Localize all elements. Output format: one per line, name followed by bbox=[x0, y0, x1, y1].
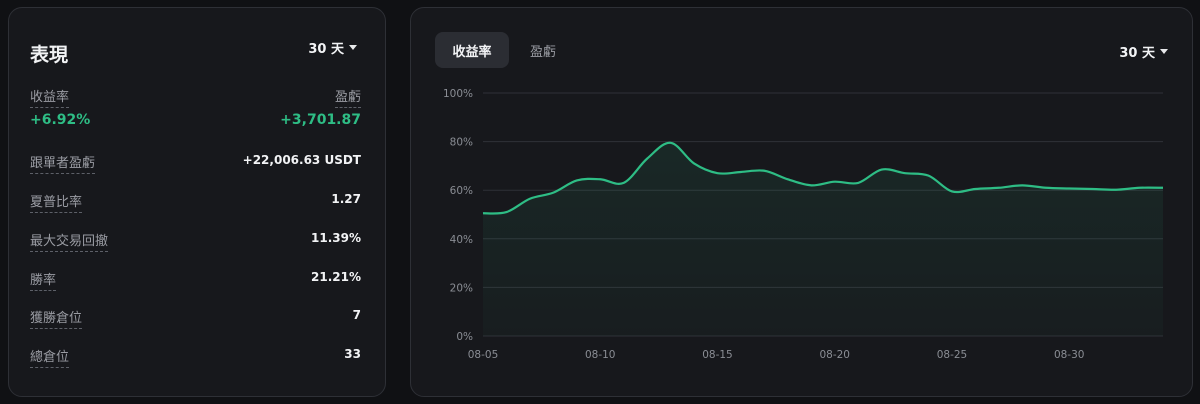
stat-label-winning-positions: 獲勝倉位 bbox=[30, 307, 83, 329]
pnl-value: +3,701.87 bbox=[280, 112, 361, 128]
data-point[interactable] bbox=[1137, 185, 1143, 191]
y-tick-label: 40% bbox=[450, 234, 473, 246]
data-point[interactable] bbox=[926, 173, 932, 179]
yield-chart: 100% 80% 60% 40% 20% 0% 08-05 08-10 08-15 08-20 0… bbox=[443, 88, 1166, 361]
data-point[interactable] bbox=[597, 176, 603, 182]
data-point[interactable] bbox=[1160, 185, 1166, 191]
x-tick-label: 08-15 bbox=[702, 349, 733, 361]
x-tick-label: 08-30 bbox=[1054, 349, 1085, 361]
data-point[interactable] bbox=[668, 140, 674, 146]
range-label: 30 天 bbox=[308, 42, 344, 57]
chart-card: 收益率 盈虧 30 天 100% 80% 60% 40% 20% 0% 08-05 08-1… bbox=[410, 7, 1193, 397]
data-point[interactable] bbox=[738, 169, 744, 175]
data-point[interactable] bbox=[996, 185, 1002, 191]
caret-down-icon bbox=[349, 45, 357, 50]
data-point[interactable] bbox=[621, 180, 627, 186]
data-point[interactable] bbox=[879, 167, 885, 173]
data-point[interactable] bbox=[949, 188, 955, 194]
data-point[interactable] bbox=[855, 180, 861, 186]
data-point[interactable] bbox=[644, 156, 650, 162]
performance-card: 表現 30 天 收益率 盈虧 +6.92% +3,701.87 跟單者盈虧 +2… bbox=[8, 7, 386, 397]
data-point[interactable] bbox=[808, 182, 814, 188]
stat-value-max-drawdown: 11.39% bbox=[311, 231, 361, 245]
y-tick-label: 100% bbox=[443, 88, 473, 100]
stat-value-total-positions: 33 bbox=[344, 347, 361, 361]
data-point[interactable] bbox=[503, 209, 509, 215]
x-tick-label: 08-05 bbox=[468, 349, 499, 361]
data-point[interactable] bbox=[480, 210, 486, 216]
stat-label-follower-pnl: 跟單者盈虧 bbox=[30, 152, 96, 174]
y-tick-label: 60% bbox=[450, 185, 473, 197]
pnl-label: 盈虧 bbox=[334, 86, 361, 108]
stat-value-win-rate: 21.21% bbox=[311, 270, 361, 284]
stat-label-win-rate: 勝率 bbox=[30, 269, 57, 291]
stat-label-total-positions: 總倉位 bbox=[30, 346, 70, 368]
yield-area bbox=[483, 142, 1163, 336]
data-point[interactable] bbox=[832, 179, 838, 185]
data-point[interactable] bbox=[1090, 186, 1096, 192]
stat-value-sharpe: 1.27 bbox=[331, 192, 361, 206]
performance-range-dropdown[interactable]: 30 天 bbox=[308, 38, 357, 57]
yield-value: +6.92% bbox=[30, 112, 91, 128]
x-tick-label: 08-25 bbox=[937, 349, 968, 361]
performance-title: 表現 bbox=[30, 44, 69, 66]
stat-value-winning-positions: 7 bbox=[352, 308, 361, 322]
x-tick-label: 08-10 bbox=[585, 349, 616, 361]
data-point[interactable] bbox=[1043, 185, 1049, 191]
data-point[interactable] bbox=[1066, 185, 1072, 191]
data-point[interactable] bbox=[972, 186, 978, 192]
data-point[interactable] bbox=[761, 168, 767, 174]
data-point[interactable] bbox=[1113, 187, 1119, 193]
data-point[interactable] bbox=[550, 190, 556, 196]
data-point[interactable] bbox=[714, 170, 720, 176]
data-point[interactable] bbox=[1019, 182, 1025, 188]
data-point[interactable] bbox=[691, 160, 697, 166]
data-point[interactable] bbox=[527, 196, 533, 202]
stat-value-follower-pnl: +22,006.63 USDT bbox=[242, 153, 361, 167]
yield-label: 收益率 bbox=[30, 86, 70, 108]
y-tick-label: 0% bbox=[456, 331, 473, 343]
stat-label-sharpe: 夏普比率 bbox=[30, 191, 83, 213]
x-tick-label: 08-20 bbox=[819, 349, 850, 361]
data-point[interactable] bbox=[574, 177, 580, 183]
data-point[interactable] bbox=[785, 176, 791, 182]
data-point[interactable] bbox=[902, 170, 908, 176]
y-tick-label: 20% bbox=[450, 282, 473, 294]
y-tick-label: 80% bbox=[450, 137, 473, 149]
stat-label-max-drawdown: 最大交易回撤 bbox=[30, 230, 109, 252]
